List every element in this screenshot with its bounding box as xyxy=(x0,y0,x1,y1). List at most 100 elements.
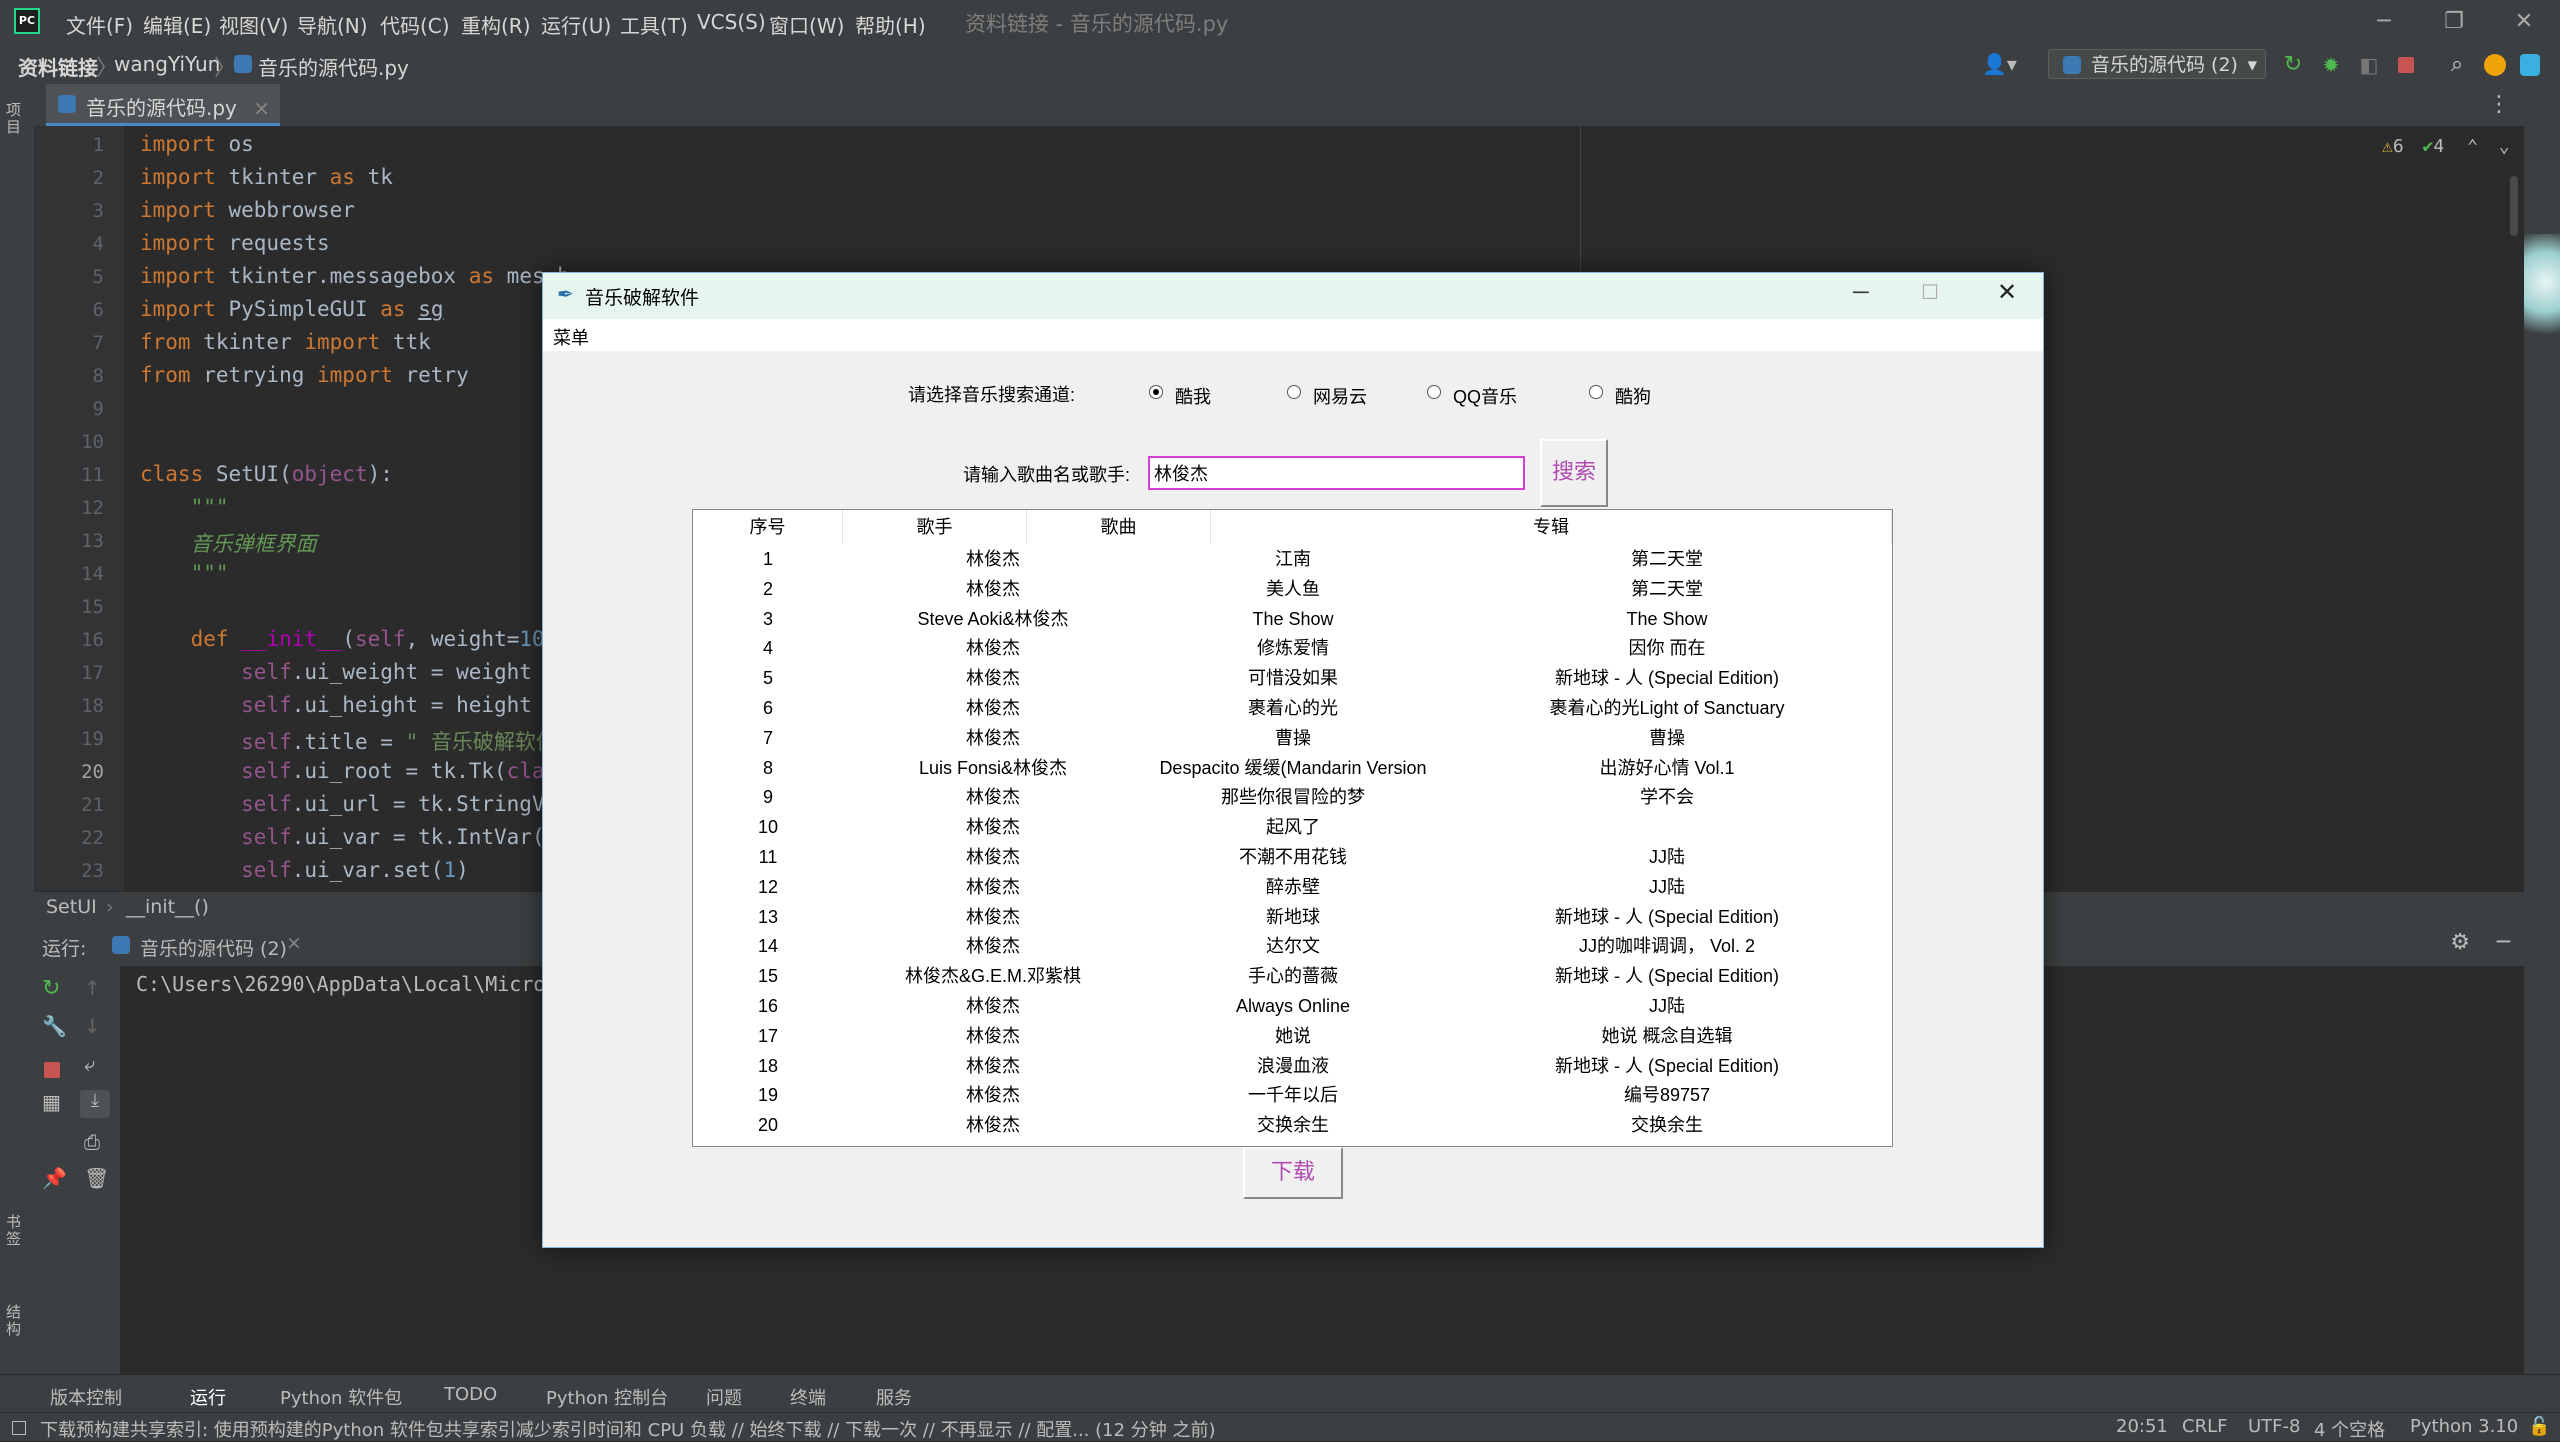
crumb-class[interactable]: SetUI xyxy=(46,896,97,918)
hide-panel-icon[interactable]: ─ xyxy=(2497,930,2510,955)
rerun-icon[interactable]: ↻ xyxy=(42,976,60,1001)
status-message[interactable]: 下载预构建共享索引: 使用预构建的Python 软件包共享索引减少索引时间和 C… xyxy=(40,1416,1216,1442)
tab-version-control[interactable]: 版本控制 xyxy=(50,1384,122,1410)
status-interpreter[interactable]: Python 3.10 xyxy=(2410,1416,2518,1437)
search-input[interactable] xyxy=(1148,456,1525,490)
table-header[interactable]: 序号 xyxy=(693,510,843,544)
gear-icon[interactable]: ⚙ xyxy=(2450,930,2470,955)
update-icon[interactable] xyxy=(2484,54,2506,76)
chevron-down-icon[interactable]: ⌄ xyxy=(2499,136,2510,157)
close-icon[interactable]: ✕ xyxy=(1997,278,2017,307)
rerun-icon[interactable]: ↻ xyxy=(2280,52,2306,78)
table-row[interactable]: 13 林俊杰 新地球 新地球 - 人 (Special Edition) xyxy=(693,902,1892,932)
minimize-icon[interactable]: ─ xyxy=(1853,279,1869,305)
tab-terminal[interactable]: 终端 xyxy=(790,1384,826,1410)
structure-tool-button[interactable]: 结构 xyxy=(6,1304,24,1338)
menu-view[interactable]: 视图(V) xyxy=(219,10,288,39)
arrow-down-icon[interactable]: ↓ xyxy=(84,1014,101,1038)
tab-run[interactable]: 运行 xyxy=(190,1384,226,1410)
breadcrumb-project[interactable]: 资料链接 xyxy=(18,52,98,81)
table-row[interactable]: 11 林俊杰 不潮不用花钱 JJ陆 xyxy=(693,842,1892,872)
table-row[interactable]: 6 林俊杰 裹着心的光 裹着心的光Light of Sanctuary xyxy=(693,693,1892,723)
table-row[interactable]: 16 林俊杰 Always Online JJ陆 xyxy=(693,991,1892,1021)
menu-vcs[interactable]: VCS(S) xyxy=(697,10,766,34)
scroll-to-end-icon[interactable]: ⤓ xyxy=(80,1090,110,1118)
editor-scrollbar[interactable] xyxy=(2510,176,2518,236)
menu-code[interactable]: 代码(C) xyxy=(380,10,450,39)
table-row[interactable]: 10 林俊杰 起风了 xyxy=(693,812,1892,842)
print-icon[interactable]: ⎙ xyxy=(84,1130,100,1154)
bookmarks-tool-button[interactable]: 书签 xyxy=(6,1214,24,1248)
run-config-selector[interactable]: 音乐的源代码 (2) ▾ xyxy=(2048,49,2266,79)
debug-icon[interactable]: ✹ xyxy=(2318,52,2344,78)
table-row[interactable]: 5 林俊杰 可惜没如果 新地球 - 人 (Special Edition) xyxy=(693,663,1892,693)
results-table[interactable]: 序号 歌手 歌曲 专辑 1 林俊杰 江南 第二天堂 2 林俊杰 美人鱼 第二天堂 3 Steve Aoki… xyxy=(692,509,1893,1147)
crumb-method[interactable]: __init__() xyxy=(126,896,209,918)
table-row[interactable]: 1 林俊杰 江南 第二天堂 xyxy=(693,544,1892,574)
download-button[interactable]: 下载 xyxy=(1243,1147,1343,1199)
table-header[interactable]: 歌曲 xyxy=(1027,510,1211,544)
close-tab-icon[interactable]: × xyxy=(286,932,302,954)
table-header[interactable]: 专辑 xyxy=(1211,510,1892,544)
menu-main[interactable]: 菜单 xyxy=(553,324,589,350)
menu-run[interactable]: 运行(U) xyxy=(541,10,611,39)
run-tab[interactable]: 音乐的源代码 (2) xyxy=(140,934,287,961)
tab-services[interactable]: 服务 xyxy=(876,1384,912,1410)
dialog-titlebar[interactable]: ✒ 音乐破解软件 ─ ☐ ✕ xyxy=(543,273,2043,319)
minimize-icon[interactable]: ─ xyxy=(2354,4,2414,40)
table-row[interactable]: 4 林俊杰 修炼爱情 因你 而在 xyxy=(693,633,1892,663)
search-button[interactable]: 搜索 xyxy=(1540,439,1608,507)
stop-icon[interactable] xyxy=(44,1062,60,1078)
soft-wrap-icon[interactable]: ⤶ xyxy=(84,1052,95,1076)
breadcrumb-folder[interactable]: wangYiYun xyxy=(114,52,220,76)
search-icon[interactable]: ⌕ xyxy=(2444,52,2470,78)
table-row[interactable]: 20 林俊杰 交换余生 交换余生 xyxy=(693,1110,1892,1140)
maximize-icon[interactable]: ☐ xyxy=(1921,280,1939,305)
table-row[interactable]: 15 林俊杰&G.E.M.邓紫棋 手心的蔷薇 新地球 - 人 (Special Edi… xyxy=(693,961,1892,991)
table-header[interactable]: 歌手 xyxy=(843,510,1027,544)
user-icon[interactable]: 👤▾ xyxy=(1982,52,2017,76)
status-toggle-icon[interactable] xyxy=(12,1421,26,1435)
plugin-icon[interactable] xyxy=(2520,54,2540,76)
menu-help[interactable]: 帮助(H) xyxy=(855,10,926,39)
table-row[interactable]: 17 林俊杰 她说 她说 概念自选辑 xyxy=(693,1021,1892,1051)
trash-icon[interactable]: 🗑 xyxy=(84,1166,109,1190)
table-row[interactable]: 7 林俊杰 曹操 曹操 xyxy=(693,723,1892,753)
chevron-up-icon[interactable]: ⌃ xyxy=(2467,136,2478,157)
layout-icon[interactable]: ▦ xyxy=(42,1090,61,1114)
lock-icon[interactable]: 🔓 xyxy=(2528,1416,2550,1437)
table-row[interactable]: 18 林俊杰 浪漫血液 新地球 - 人 (Special Edition) xyxy=(693,1051,1892,1081)
pin-icon[interactable]: 📌 xyxy=(42,1166,67,1190)
menu-navigate[interactable]: 导航(N) xyxy=(297,10,368,39)
tab-python-console[interactable]: Python 控制台 xyxy=(546,1384,668,1410)
status-indent[interactable]: 4 个空格 xyxy=(2314,1416,2385,1442)
status-cursor-position[interactable]: 20:51 xyxy=(2116,1416,2168,1437)
close-tab-icon[interactable]: × xyxy=(253,96,270,120)
maximize-icon[interactable]: ❐ xyxy=(2424,4,2484,40)
tab-python-packages[interactable]: Python 软件包 xyxy=(280,1384,402,1410)
arrow-up-icon[interactable]: ↑ xyxy=(84,976,101,1000)
menu-file[interactable]: 文件(F) xyxy=(66,10,133,39)
status-line-separator[interactable]: CRLF xyxy=(2182,1416,2227,1437)
table-row[interactable]: 12 林俊杰 醉赤壁 JJ陆 xyxy=(693,872,1892,902)
editor-tab[interactable]: 音乐的源代码.py × xyxy=(46,84,281,126)
breadcrumb-file[interactable]: 音乐的源代码.py xyxy=(258,52,409,81)
menu-tools[interactable]: 工具(T) xyxy=(620,10,688,39)
table-row[interactable]: 19 林俊杰 一千年以后 编号89757 xyxy=(693,1080,1892,1110)
table-row[interactable]: 8 Luis Fonsi&林俊杰 Despacito 缓缓(Mandarin Ver… xyxy=(693,753,1892,783)
tab-todo[interactable]: TODO xyxy=(444,1384,497,1405)
project-tool-button[interactable]: 项目 xyxy=(6,102,24,136)
close-icon[interactable]: ✕ xyxy=(2494,4,2554,40)
stop-icon[interactable] xyxy=(2398,57,2414,73)
tab-problems[interactable]: 问题 xyxy=(706,1384,742,1410)
status-encoding[interactable]: UTF-8 xyxy=(2248,1416,2300,1437)
menu-edit[interactable]: 编辑(E) xyxy=(143,10,211,39)
table-row[interactable]: 14 林俊杰 达尔文 JJ的咖啡调调， Vol. 2 xyxy=(693,931,1892,961)
more-icon[interactable]: ⋮ xyxy=(2488,92,2510,117)
table-row[interactable]: 2 林俊杰 美人鱼 第二天堂 xyxy=(693,574,1892,604)
table-row[interactable]: 9 林俊杰 那些你很冒险的梦 学不会 xyxy=(693,782,1892,812)
coverage-icon[interactable]: ◧ xyxy=(2356,52,2382,78)
menu-window[interactable]: 窗口(W) xyxy=(769,10,844,39)
menu-refactor[interactable]: 重构(R) xyxy=(461,10,531,39)
wrench-icon[interactable]: 🔧 xyxy=(42,1014,67,1038)
